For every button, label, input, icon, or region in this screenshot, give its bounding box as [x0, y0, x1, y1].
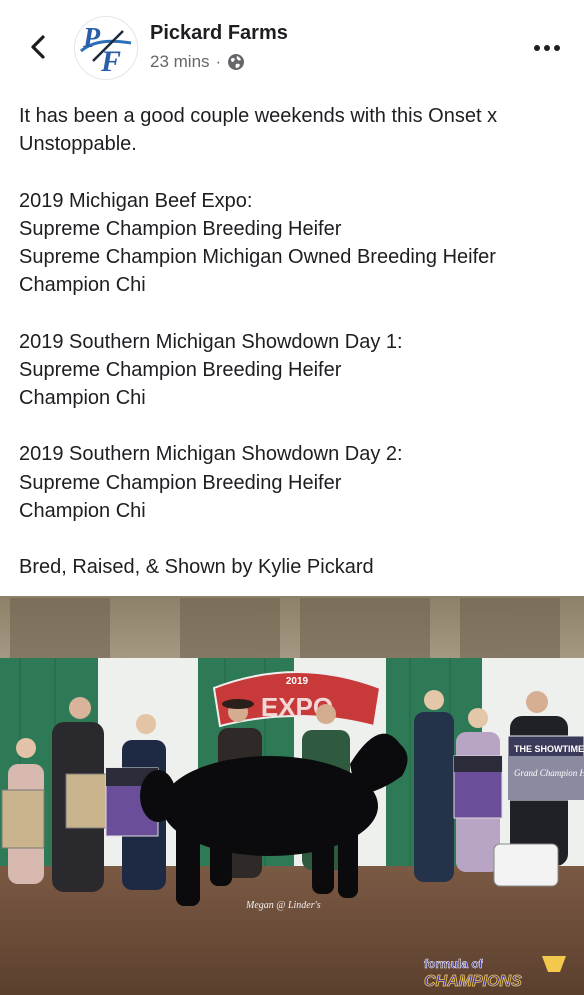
section-title: 2019 Southern Michigan Showdown Day 1:	[19, 330, 403, 353]
more-horizontal-icon[interactable]	[532, 38, 562, 58]
sign-brand: THE SHOWTIME	[514, 744, 584, 754]
pickard-farms-logo: P F	[80, 23, 132, 78]
page-avatar[interactable]: P F	[74, 16, 138, 80]
post-line: Supreme Champion Breeding Heifer	[19, 217, 342, 240]
watermark-bottom: CHAMPIONS	[424, 973, 522, 990]
post-footer-line: Bred, Raised, & Shown by Kylie Pickard	[19, 556, 374, 579]
post-line: It has been a good couple weekends with …	[19, 105, 498, 127]
section-title: 2019 Michigan Beef Expo:	[19, 189, 253, 212]
sign-title: Grand Champion Heifer	[514, 768, 584, 778]
post-line: Champion Chi	[19, 274, 146, 297]
svg-text:P: P	[82, 23, 101, 54]
chevron-left-icon[interactable]	[24, 32, 54, 62]
post-line: Supreme Champion Michigan Owned Breeding…	[19, 246, 496, 268]
post-line: Champion Chi	[19, 387, 146, 409]
post-line: Supreme Champion Breeding Heifer	[19, 471, 342, 494]
page-name[interactable]: Pickard Farms	[150, 22, 288, 45]
post-meta: 23 mins ·	[150, 52, 245, 72]
post-photo[interactable]: 2019 EXPO THE SHOWTIME Grand Champion He…	[0, 596, 584, 995]
show-ring-photo: 2019 EXPO THE SHOWTIME Grand Champion He…	[0, 596, 584, 995]
post-text: It has been a good couple weekends with …	[19, 102, 569, 581]
post-header: P F Pickard Farms 23 mins ·	[0, 0, 584, 96]
post-line: Supreme Champion Breeding Heifer	[19, 358, 342, 381]
post-line: Unstoppable.	[19, 133, 137, 156]
globe-icon	[228, 54, 245, 70]
banner-year: 2019	[286, 676, 309, 687]
post-timestamp[interactable]: 23 mins	[150, 52, 210, 72]
section-title: 2019 Southern Michigan Showdown Day 2:	[19, 443, 403, 466]
meta-separator: ·	[215, 52, 222, 71]
photo-signature: Megan @ Linder's	[245, 900, 321, 911]
post-line: Champion Chi	[19, 499, 146, 522]
watermark-top: formula of	[424, 957, 484, 971]
